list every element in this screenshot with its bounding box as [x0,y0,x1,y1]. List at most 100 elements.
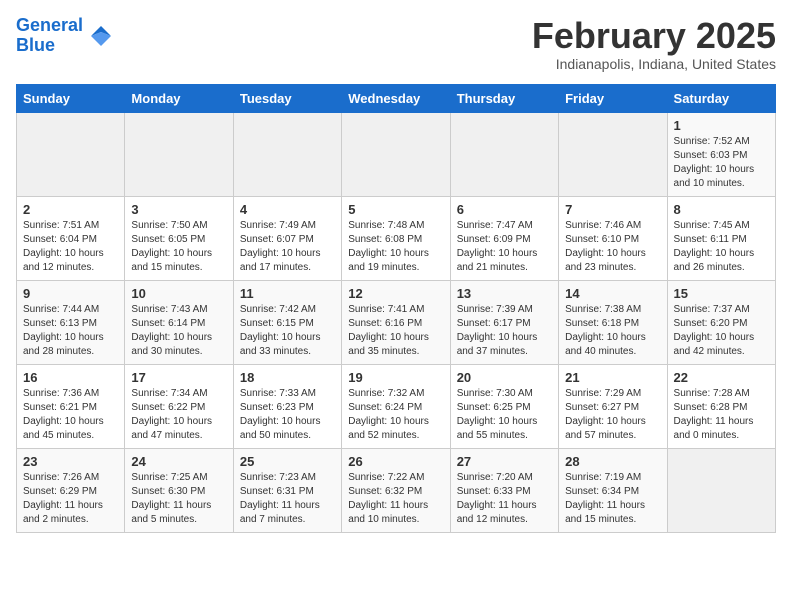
day-number: 6 [457,202,552,217]
day-info: Sunrise: 7:47 AM Sunset: 6:09 PM Dayligh… [457,219,552,275]
calendar-cell [342,112,450,196]
calendar-cell: 1Sunrise: 7:52 AM Sunset: 6:03 PM Daylig… [667,112,775,196]
day-number: 10 [131,286,226,301]
day-info: Sunrise: 7:42 AM Sunset: 6:15 PM Dayligh… [240,303,335,359]
month-title: February 2025 [532,16,776,56]
calendar-cell [17,112,125,196]
weekday-header-row: SundayMondayTuesdayWednesdayThursdayFrid… [17,84,776,112]
calendar-cell: 3 Sunrise: 7:50 AM Sunset: 6:05 PM Daylig… [125,196,233,280]
calendar-cell: 9Sunrise: 7:44 AM Sunset: 6:13 PM Daylig… [17,280,125,364]
day-number: 5 [348,202,443,217]
day-info: Sunrise: 7:30 AM Sunset: 6:25 PM Dayligh… [457,387,552,443]
day-info: Sunrise: 7:22 AM Sunset: 6:32 PM Dayligh… [348,471,443,527]
day-number: 19 [348,370,443,385]
day-info: Sunrise: 7:44 AM Sunset: 6:13 PM Dayligh… [23,303,118,359]
day-info: Sunrise: 7:49 AM Sunset: 6:07 PM Dayligh… [240,219,335,275]
day-number: 24 [131,454,226,469]
day-info: Sunrise: 7:43 AM Sunset: 6:14 PM Dayligh… [131,303,226,359]
day-info: Sunrise: 7:41 AM Sunset: 6:16 PM Dayligh… [348,303,443,359]
day-number: 13 [457,286,552,301]
day-number: 14 [565,286,660,301]
calendar-week-4: 16Sunrise: 7:36 AM Sunset: 6:21 PM Dayli… [17,364,776,448]
weekday-header-wednesday: Wednesday [342,84,450,112]
calendar-cell: 11 Sunrise: 7:42 AM Sunset: 6:15 PM Dayli… [233,280,341,364]
calendar-cell [233,112,341,196]
page-header: General Blue February 2025 Indianapolis,… [16,16,776,72]
day-number: 28 [565,454,660,469]
weekday-header-monday: Monday [125,84,233,112]
calendar-cell: 13 Sunrise: 7:39 AM Sunset: 6:17 PM Dayli… [450,280,558,364]
calendar-cell: 8Sunrise: 7:45 AM Sunset: 6:11 PM Daylig… [667,196,775,280]
calendar-cell: 18Sunrise: 7:33 AM Sunset: 6:23 PM Dayli… [233,364,341,448]
calendar-cell: 21 Sunrise: 7:29 AM Sunset: 6:27 PM Dayli… [559,364,667,448]
calendar-cell: 14 Sunrise: 7:38 AM Sunset: 6:18 PM Dayli… [559,280,667,364]
calendar-cell: 4 Sunrise: 7:49 AM Sunset: 6:07 PM Daylig… [233,196,341,280]
calendar-cell: 24 Sunrise: 7:25 AM Sunset: 6:30 PM Dayli… [125,448,233,532]
day-info: Sunrise: 7:32 AM Sunset: 6:24 PM Dayligh… [348,387,443,443]
day-info: Sunrise: 7:19 AM Sunset: 6:34 PM Dayligh… [565,471,660,527]
day-info: Sunrise: 7:29 AM Sunset: 6:27 PM Dayligh… [565,387,660,443]
day-info: Sunrise: 7:33 AM Sunset: 6:23 PM Dayligh… [240,387,335,443]
day-number: 11 [240,286,335,301]
day-info: Sunrise: 7:28 AM Sunset: 6:28 PM Dayligh… [674,387,769,443]
calendar-cell: 23 Sunrise: 7:26 AM Sunset: 6:29 PM Dayli… [17,448,125,532]
day-info: Sunrise: 7:48 AM Sunset: 6:08 PM Dayligh… [348,219,443,275]
logo: General Blue [16,16,115,56]
logo-icon [87,22,115,50]
day-info: Sunrise: 7:37 AM Sunset: 6:20 PM Dayligh… [674,303,769,359]
day-info: Sunrise: 7:20 AM Sunset: 6:33 PM Dayligh… [457,471,552,527]
day-info: Sunrise: 7:38 AM Sunset: 6:18 PM Dayligh… [565,303,660,359]
day-number: 23 [23,454,118,469]
location-label: Indianapolis, Indiana, United States [532,56,776,72]
day-info: Sunrise: 7:26 AM Sunset: 6:29 PM Dayligh… [23,471,118,527]
calendar-table: SundayMondayTuesdayWednesdayThursdayFrid… [16,84,776,533]
day-number: 15 [674,286,769,301]
weekday-header-thursday: Thursday [450,84,558,112]
calendar-cell: 17Sunrise: 7:34 AM Sunset: 6:22 PM Dayli… [125,364,233,448]
weekday-header-tuesday: Tuesday [233,84,341,112]
calendar-cell: 27 Sunrise: 7:20 AM Sunset: 6:33 PM Dayli… [450,448,558,532]
title-block: February 2025 Indianapolis, Indiana, Uni… [532,16,776,72]
day-info: Sunrise: 7:34 AM Sunset: 6:22 PM Dayligh… [131,387,226,443]
day-number: 16 [23,370,118,385]
weekday-header-sunday: Sunday [17,84,125,112]
day-info: Sunrise: 7:50 AM Sunset: 6:05 PM Dayligh… [131,219,226,275]
calendar-cell [450,112,558,196]
calendar-cell: 16Sunrise: 7:36 AM Sunset: 6:21 PM Dayli… [17,364,125,448]
calendar-cell: 22 Sunrise: 7:28 AM Sunset: 6:28 PM Dayli… [667,364,775,448]
weekday-header-saturday: Saturday [667,84,775,112]
day-info: Sunrise: 7:46 AM Sunset: 6:10 PM Dayligh… [565,219,660,275]
day-number: 22 [674,370,769,385]
weekday-header-friday: Friday [559,84,667,112]
day-number: 26 [348,454,443,469]
day-number: 4 [240,202,335,217]
calendar-week-3: 9Sunrise: 7:44 AM Sunset: 6:13 PM Daylig… [17,280,776,364]
day-info: Sunrise: 7:25 AM Sunset: 6:30 PM Dayligh… [131,471,226,527]
logo-general: General [16,15,83,35]
day-number: 25 [240,454,335,469]
calendar-cell [667,448,775,532]
calendar-week-5: 23 Sunrise: 7:26 AM Sunset: 6:29 PM Dayli… [17,448,776,532]
day-info: Sunrise: 7:39 AM Sunset: 6:17 PM Dayligh… [457,303,552,359]
calendar-cell: 12 Sunrise: 7:41 AM Sunset: 6:16 PM Dayli… [342,280,450,364]
day-number: 8 [674,202,769,217]
day-info: Sunrise: 7:23 AM Sunset: 6:31 PM Dayligh… [240,471,335,527]
day-number: 2 [23,202,118,217]
calendar-cell: 2Sunrise: 7:51 AM Sunset: 6:04 PM Daylig… [17,196,125,280]
calendar-cell: 25 Sunrise: 7:23 AM Sunset: 6:31 PM Dayli… [233,448,341,532]
calendar-cell: 6 Sunrise: 7:47 AM Sunset: 6:09 PM Daylig… [450,196,558,280]
calendar-week-2: 2Sunrise: 7:51 AM Sunset: 6:04 PM Daylig… [17,196,776,280]
calendar-cell: 28 Sunrise: 7:19 AM Sunset: 6:34 PM Dayli… [559,448,667,532]
calendar-cell: 7Sunrise: 7:46 AM Sunset: 6:10 PM Daylig… [559,196,667,280]
day-number: 21 [565,370,660,385]
calendar-cell: 19 Sunrise: 7:32 AM Sunset: 6:24 PM Dayli… [342,364,450,448]
calendar-cell: 5 Sunrise: 7:48 AM Sunset: 6:08 PM Daylig… [342,196,450,280]
calendar-cell: 10 Sunrise: 7:43 AM Sunset: 6:14 PM Dayli… [125,280,233,364]
day-info: Sunrise: 7:52 AM Sunset: 6:03 PM Dayligh… [674,135,769,191]
calendar-cell: 15 Sunrise: 7:37 AM Sunset: 6:20 PM Dayli… [667,280,775,364]
day-number: 3 [131,202,226,217]
day-number: 27 [457,454,552,469]
calendar-cell: 26 Sunrise: 7:22 AM Sunset: 6:32 PM Dayli… [342,448,450,532]
calendar-week-1: 1Sunrise: 7:52 AM Sunset: 6:03 PM Daylig… [17,112,776,196]
day-number: 12 [348,286,443,301]
